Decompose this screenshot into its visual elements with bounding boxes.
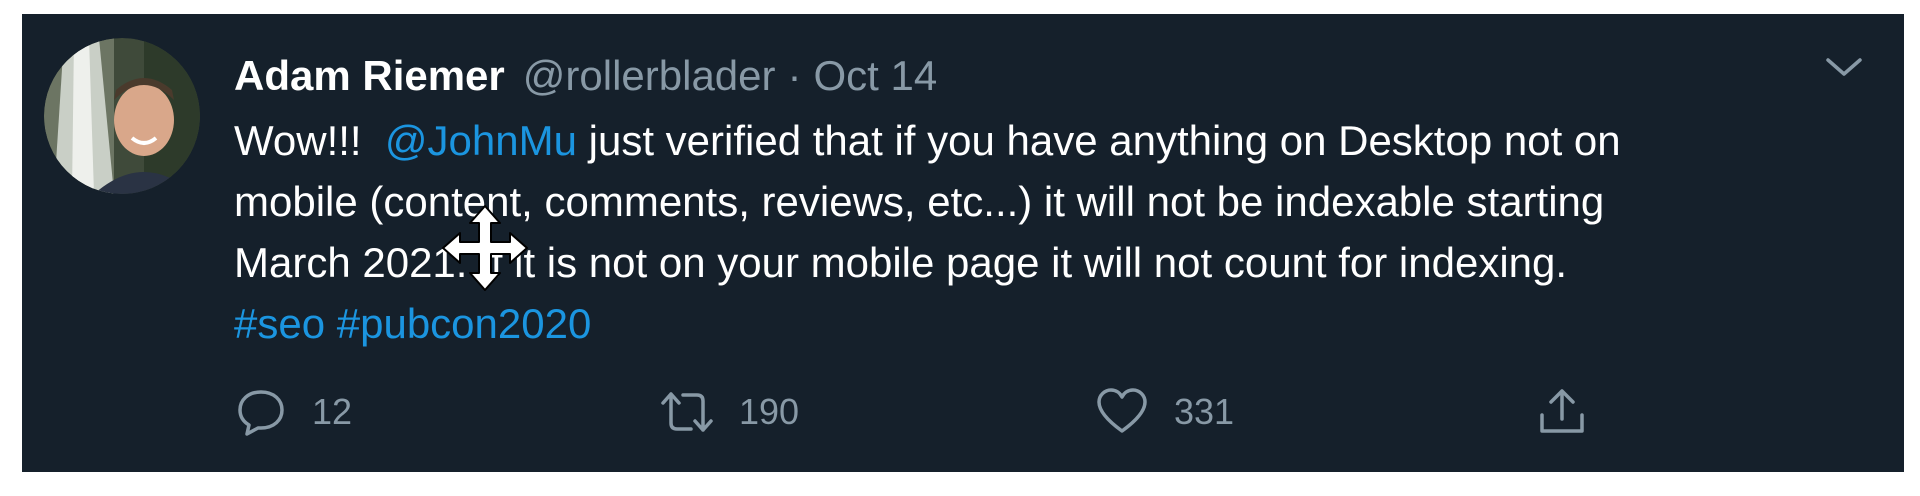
tweet-text-segment: just verified that if you have anything … xyxy=(576,117,1621,164)
reply-icon xyxy=(238,390,284,436)
author-handle[interactable]: @rollerblader xyxy=(523,52,776,100)
hashtag-seo[interactable]: #seo xyxy=(234,300,325,347)
mention-link[interactable]: @JohnMu xyxy=(385,117,577,164)
tweet-text-segment: Wow!!! xyxy=(234,117,385,164)
chevron-down-icon[interactable] xyxy=(1822,52,1866,82)
move-cursor-icon xyxy=(440,203,530,293)
tweet-date[interactable]: Oct 14 xyxy=(814,52,938,100)
author-name[interactable]: Adam Riemer xyxy=(234,52,505,100)
tweet-line-1: Wow!!! @JohnMu just verified that if you… xyxy=(234,110,1874,171)
share-button[interactable] xyxy=(1534,382,1590,442)
retweet-icon xyxy=(661,392,713,432)
share-icon xyxy=(1540,389,1584,433)
tweet-header: Adam Riemer @rollerblader · Oct 14 xyxy=(234,48,937,104)
like-count: 331 xyxy=(1174,391,1235,432)
retweet-button[interactable]: 190 xyxy=(659,382,799,442)
reply-count: 12 xyxy=(312,391,353,432)
tweet-card[interactable]: Adam Riemer @rollerblader · Oct 14 Wow!!… xyxy=(22,14,1904,472)
like-button[interactable]: 331 xyxy=(1094,382,1234,442)
hashtag-pubcon2020[interactable]: #pubcon2020 xyxy=(337,300,592,347)
separator-dot: · xyxy=(787,52,802,99)
like-icon xyxy=(1097,388,1147,433)
tweet-line-4: #seo #pubcon2020 xyxy=(234,293,1874,354)
tweet-actions: 12 190 331 xyxy=(234,382,1734,442)
retweet-count: 190 xyxy=(739,391,800,432)
reply-button[interactable]: 12 xyxy=(234,382,352,442)
avatar[interactable] xyxy=(44,38,200,194)
